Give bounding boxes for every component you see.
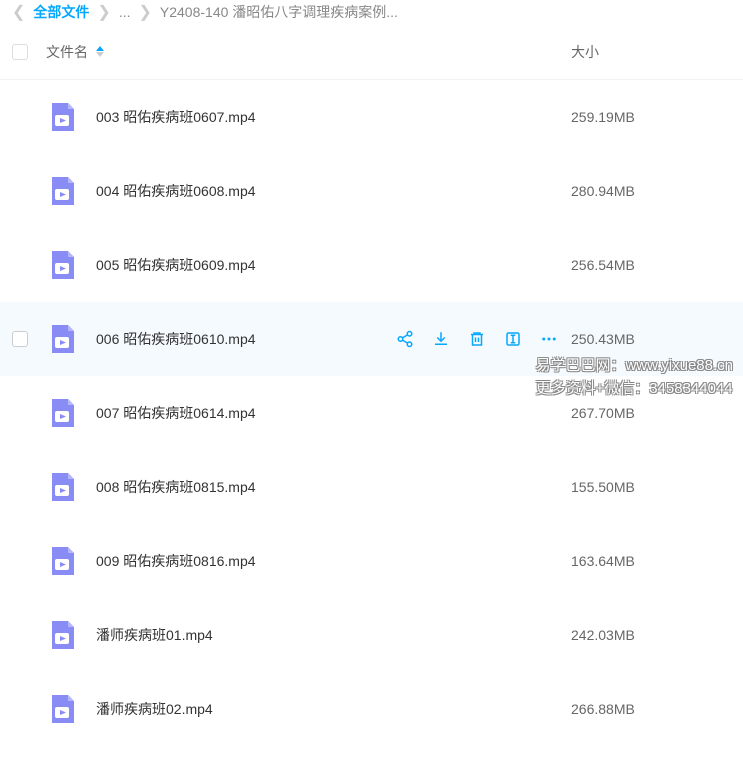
file-name[interactable]: 004 昭佑疾病班0608.mp4 (96, 181, 571, 201)
row-checkbox[interactable] (12, 331, 28, 347)
file-list: 003 昭佑疾病班0607.mp4 259.19MB 004 昭佑疾病班0608… (0, 80, 743, 746)
video-file-icon (46, 101, 78, 133)
video-file-icon (46, 175, 78, 207)
breadcrumb: ❮ 全部文件 ❯ ... ❯ Y2408-140 潘昭佑八字调理疾病案例... (0, 0, 743, 24)
table-row[interactable]: 003 昭佑疾病班0607.mp4 259.19MB (0, 80, 743, 154)
video-file-icon (46, 545, 78, 577)
chevron-right-icon: ❯ (138, 2, 151, 22)
table-row[interactable]: 潘师疾病班01.mp4 242.03MB (0, 598, 743, 672)
file-name[interactable]: 008 昭佑疾病班0815.mp4 (96, 477, 571, 497)
column-name-header[interactable]: 文件名 (46, 42, 571, 62)
video-file-icon (46, 693, 78, 725)
table-row[interactable]: 007 昭佑疾病班0614.mp4 267.70MB (0, 376, 743, 450)
chevron-left-icon[interactable]: ❮ (12, 2, 25, 22)
more-icon[interactable] (540, 330, 558, 348)
file-name[interactable]: 003 昭佑疾病班0607.mp4 (96, 107, 571, 127)
rename-icon[interactable] (504, 330, 522, 348)
breadcrumb-root[interactable]: 全部文件 (33, 2, 89, 22)
video-file-icon (46, 249, 78, 281)
delete-icon[interactable] (468, 330, 486, 348)
video-file-icon (46, 471, 78, 503)
file-name[interactable]: 009 昭佑疾病班0816.mp4 (96, 551, 571, 571)
table-header: 文件名 大小 (0, 24, 743, 80)
file-name[interactable]: 潘师疾病班02.mp4 (96, 699, 571, 719)
video-file-icon (46, 397, 78, 429)
chevron-right-icon: ❯ (97, 2, 110, 22)
table-row[interactable]: 009 昭佑疾病班0816.mp4 163.64MB (0, 524, 743, 598)
file-size: 242.03MB (571, 627, 731, 643)
file-size: 266.88MB (571, 701, 731, 717)
file-name[interactable]: 005 昭佑疾病班0609.mp4 (96, 255, 571, 275)
breadcrumb-ellipsis[interactable]: ... (119, 4, 131, 20)
column-size-header[interactable]: 大小 (571, 42, 731, 62)
sort-icon[interactable] (96, 46, 104, 58)
video-file-icon (46, 323, 78, 355)
file-size: 267.70MB (571, 405, 731, 421)
table-row[interactable]: 004 昭佑疾病班0608.mp4 280.94MB (0, 154, 743, 228)
table-row[interactable]: 008 昭佑疾病班0815.mp4 155.50MB (0, 450, 743, 524)
file-size: 163.64MB (571, 553, 731, 569)
table-row[interactable]: 005 昭佑疾病班0609.mp4 256.54MB (0, 228, 743, 302)
video-file-icon (46, 619, 78, 651)
select-all-checkbox[interactable] (12, 44, 28, 60)
breadcrumb-current: Y2408-140 潘昭佑八字调理疾病案例... (160, 2, 398, 22)
row-actions (396, 330, 558, 348)
file-name[interactable]: 007 昭佑疾病班0614.mp4 (96, 403, 571, 423)
file-name[interactable]: 潘师疾病班01.mp4 (96, 625, 571, 645)
file-size: 259.19MB (571, 109, 731, 125)
share-icon[interactable] (396, 330, 414, 348)
file-size: 155.50MB (571, 479, 731, 495)
file-size: 256.54MB (571, 257, 731, 273)
file-size: 280.94MB (571, 183, 731, 199)
column-name-label: 文件名 (46, 42, 88, 62)
table-row[interactable]: 潘师疾病班02.mp4 266.88MB (0, 672, 743, 746)
table-row[interactable]: 006 昭佑疾病班0610.mp4 250.43MB (0, 302, 743, 376)
file-size: 250.43MB (571, 331, 731, 347)
download-icon[interactable] (432, 330, 450, 348)
